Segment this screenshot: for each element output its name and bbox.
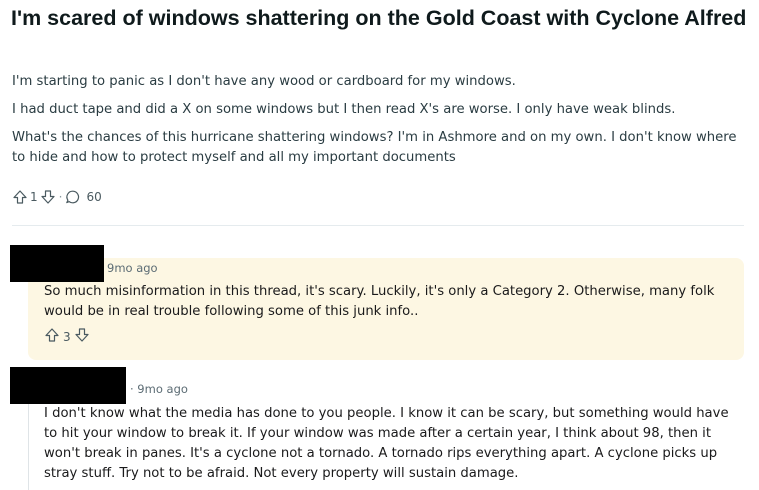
upvote-arrow-icon bbox=[13, 190, 27, 204]
comments-button[interactable]: 60 bbox=[65, 189, 103, 205]
comment-vote-count: 3 bbox=[63, 329, 71, 344]
comment-downvote-button[interactable] bbox=[74, 327, 90, 346]
separator-dot: · bbox=[58, 190, 63, 204]
post-paragraph: What's the chances of this hurricane sha… bbox=[12, 130, 737, 165]
comment-timestamp: 9mo ago bbox=[107, 261, 158, 275]
redacted-username-block bbox=[10, 245, 104, 282]
comment-count: 60 bbox=[86, 190, 102, 204]
downvote-arrow-icon bbox=[41, 190, 55, 204]
downvote-button[interactable] bbox=[40, 189, 56, 205]
comment-body: So much misinformation in this thread, i… bbox=[44, 284, 715, 319]
redacted-username-block bbox=[10, 367, 126, 404]
post-vote-count: 1 bbox=[30, 190, 38, 204]
upvote-button[interactable] bbox=[12, 189, 28, 205]
post-body: I'm starting to panic as I don't have an… bbox=[12, 72, 747, 176]
comment-body: I don't know what the media has done to … bbox=[44, 406, 729, 481]
post-action-bar: 1 · 60 bbox=[12, 187, 104, 207]
post-title: I'm scared of windows shattering on the … bbox=[11, 6, 747, 30]
comment-bubble-icon bbox=[66, 190, 80, 204]
comment-upvote-button[interactable] bbox=[44, 327, 60, 346]
comment-vote-bar: 3 bbox=[44, 327, 90, 346]
divider bbox=[12, 225, 744, 226]
post-paragraph: I had duct tape and did a X on some wind… bbox=[12, 102, 676, 117]
thread-line[interactable] bbox=[28, 404, 29, 490]
comment-timestamp: · 9mo ago bbox=[130, 382, 188, 396]
upvote-arrow-icon bbox=[45, 328, 59, 342]
downvote-arrow-icon bbox=[75, 328, 89, 342]
post-paragraph: I'm starting to panic as I don't have an… bbox=[12, 74, 516, 89]
